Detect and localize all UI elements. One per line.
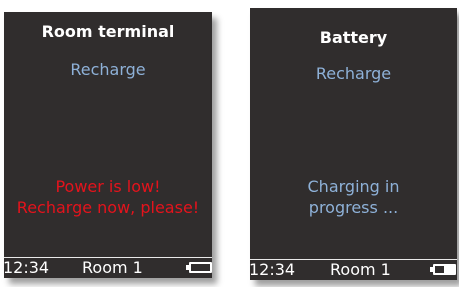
status-bar: 12:34 Room 1	[4, 257, 212, 278]
recharge-label: Recharge	[70, 60, 146, 79]
battery-screen: Battery Recharge Charging in progress ..…	[250, 8, 457, 280]
clock: 12:34	[250, 260, 296, 279]
room-label: Room 1	[330, 260, 391, 279]
status-bar: 12:34 Room 1	[250, 259, 457, 280]
warning-line-2: Recharge now, please!	[16, 198, 200, 217]
screen-title: Battery	[319, 28, 388, 47]
charging-status: Charging in progress ...	[250, 176, 457, 218]
room-label: Room 1	[82, 258, 143, 277]
low-power-warning: Power is low! Recharge now, please!	[4, 176, 212, 218]
battery-charging-icon	[430, 264, 456, 275]
screen-title: Room terminal	[41, 22, 175, 41]
battery-empty-icon	[186, 262, 212, 273]
charging-line-2: progress ...	[308, 198, 399, 217]
charging-line-1: Charging in	[307, 177, 400, 196]
clock: 12:34	[4, 258, 50, 277]
terminal-screens: Room terminal Recharge Power is low! Rec…	[0, 0, 459, 287]
warning-line-1: Power is low!	[55, 177, 161, 196]
recharge-label: Recharge	[315, 64, 392, 83]
room-terminal-screen: Room terminal Recharge Power is low! Rec…	[4, 12, 212, 278]
